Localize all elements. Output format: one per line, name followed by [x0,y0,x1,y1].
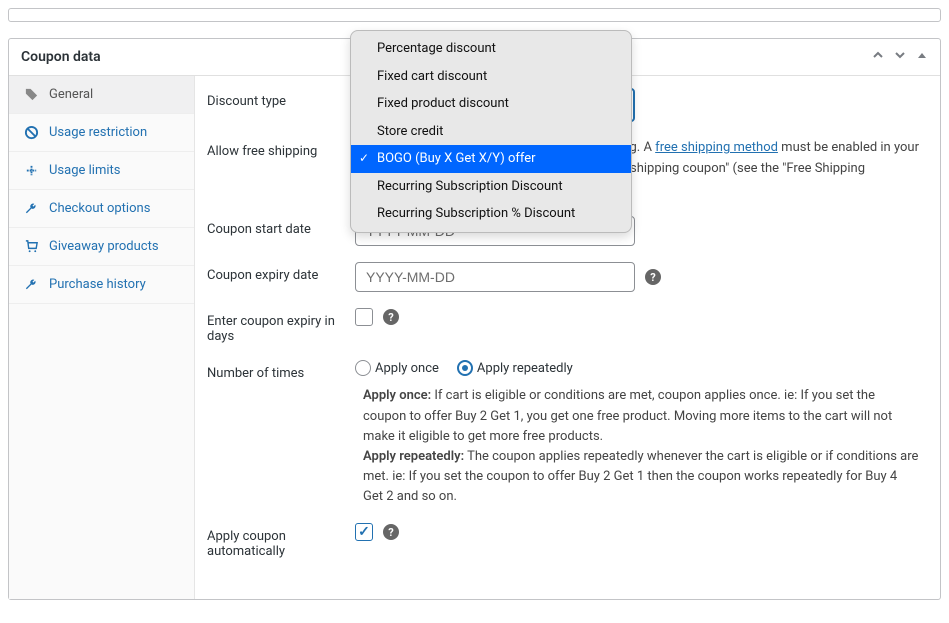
wrench-icon [23,201,39,216]
dropdown-option[interactable]: Recurring Subscription % Discount [351,200,631,228]
sidebar-item-purchase-history[interactable]: Purchase history [9,266,194,304]
free-shipping-link[interactable]: free shipping method [655,140,778,155]
panel-collapse-icon[interactable] [916,49,928,65]
apply-once-radio[interactable] [355,360,371,376]
sidebar-item-giveaway-products[interactable]: Giveaway products [9,228,194,266]
expiry-days-checkbox[interactable] [355,308,373,326]
sidebar-item-label: Checkout options [49,201,150,216]
help-icon[interactable]: ? [383,309,399,325]
sidebar-item-label: General [49,87,93,102]
help-icon[interactable]: ? [645,269,661,285]
expiry-date-input[interactable] [355,262,635,292]
auto-label: Apply coupon automatically [207,523,355,559]
dropdown-option-selected[interactable]: BOGO (Buy X Get X/Y) offer [351,145,631,173]
sidebar-item-label: Usage restriction [49,125,147,140]
summary-box [8,8,941,22]
expiry-date-label: Coupon expiry date [207,262,355,283]
wrench-icon [23,277,39,292]
apply-repeatedly-radio[interactable] [457,360,473,376]
coupon-tabs-sidebar: General Usage restriction Usage limits C… [9,76,195,599]
tag-icon [23,87,39,102]
discount-type-dropdown[interactable]: Percentage discount Fixed cart discount … [350,30,632,233]
help-icon[interactable]: ? [383,524,399,540]
free-shipping-label: Allow free shipping [207,138,355,159]
dropdown-option[interactable]: Fixed cart discount [351,63,631,91]
dropdown-option[interactable]: Recurring Subscription Discount [351,173,631,201]
ban-icon [23,125,39,140]
dropdown-option[interactable]: Percentage discount [351,35,631,63]
times-label: Number of times [207,360,355,381]
sidebar-item-label: Purchase history [49,277,146,292]
sidebar-item-label: Usage limits [49,163,120,178]
apply-once-option[interactable]: Apply once [355,360,439,376]
sidebar-item-general[interactable]: General [9,76,194,114]
sidebar-item-usage-restriction[interactable]: Usage restriction [9,114,194,152]
dropdown-option[interactable]: Fixed product discount [351,90,631,118]
times-description: Apply once: If cart is eligible or condi… [363,386,920,507]
auto-checkbox[interactable] [355,523,373,541]
sidebar-item-checkout-options[interactable]: Checkout options [9,190,194,228]
start-date-label: Coupon start date [207,216,355,237]
sidebar-item-label: Giveaway products [49,239,159,254]
panel-title: Coupon data [21,49,101,65]
panel-down-icon[interactable] [894,49,906,65]
expiry-days-label: Enter coupon expiry in days [207,308,355,344]
dropdown-option[interactable]: Store credit [351,118,631,146]
panel-controls [872,49,928,65]
sidebar-item-usage-limits[interactable]: Usage limits [9,152,194,190]
apply-repeatedly-option[interactable]: Apply repeatedly [457,360,573,376]
panel-up-icon[interactable] [872,49,884,65]
discount-type-label: Discount type [207,88,355,109]
cart-icon [23,239,39,254]
plus-icon [23,163,39,178]
